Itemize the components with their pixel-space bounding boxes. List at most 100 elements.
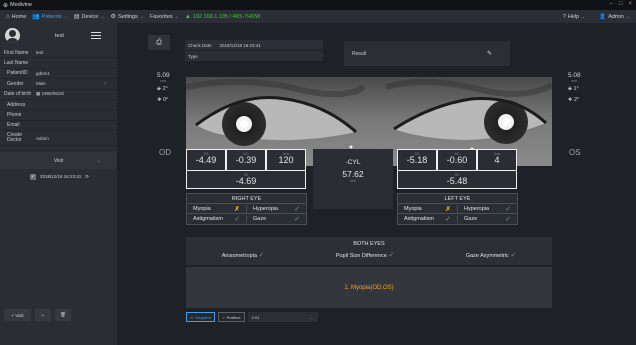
app-logo-icon: ⊕ [3, 2, 9, 9]
add-visit-button[interactable]: + Visit [4, 309, 31, 321]
left-se: -5.48 [446, 176, 468, 186]
negative-button[interactable]: ⊙ Negative [186, 312, 216, 322]
od-pupil-size: 5.09 [157, 72, 170, 79]
cyl-box: -CYL 57.62 mm [313, 149, 393, 209]
exam-info: Check Date 2018/12/18 16:23:41 Type [185, 40, 323, 62]
field-phone: Phone [0, 110, 117, 121]
menu-device[interactable]: ▤ Device ⌄ [73, 13, 105, 21]
right-se: -4.69 [235, 176, 257, 186]
left-dc: -0.60 [446, 155, 468, 165]
maximize-icon[interactable]: □ [619, 1, 623, 7]
check-icon: ✓ [505, 216, 511, 223]
chevron-down-icon: ⌄ [174, 13, 179, 20]
patient-name: test [55, 32, 64, 39]
refresh-icon[interactable]: ⟳ [85, 174, 89, 180]
field-dob: Date of birth ▦ 1990/05/20 [0, 90, 117, 100]
connection-status: ▲ 192.168.1.105 / 4K5-7HDW [184, 13, 261, 20]
chevron-down-icon: ⌄ [139, 13, 145, 20]
connection-icon: ▲ [184, 13, 191, 20]
threshold-select[interactable]: 0.01 ⌄ [247, 312, 318, 322]
os-label: OS [569, 148, 581, 157]
diagnosis-result: 1. Myopia(OD,OS) [186, 267, 552, 308]
od-label: OD [159, 148, 171, 157]
app-title: Medivine [10, 2, 33, 8]
menu-help[interactable]: ? Help ⌄ [563, 14, 586, 20]
check-icon: ✓ [294, 205, 300, 213]
positive-button[interactable]: ○ Positive [218, 312, 245, 322]
cyl-value: 57.62 [342, 169, 364, 179]
visit-checkbox[interactable]: ✓ [30, 173, 36, 180]
right-dc: -0.39 [235, 155, 257, 165]
check-icon: ✓ [445, 216, 451, 223]
add-button[interactable]: + [35, 309, 51, 321]
delete-button[interactable]: 🗑 [55, 309, 71, 321]
check-icon: ✓ [294, 216, 300, 223]
right-eye-measurements: DS -4.49 DC -0.39 Axis 120 SE -4.69 [186, 149, 306, 189]
result-box: Result ✎ [344, 41, 510, 66]
cross-icon: ✗ [234, 205, 240, 213]
field-address: Address [0, 100, 117, 111]
user-icon: 👤 [599, 13, 607, 20]
menu-patients[interactable]: 👥 Patients ⌄ [32, 13, 68, 21]
chevron-down-icon: ⌄ [310, 314, 314, 320]
close-icon[interactable]: × [628, 1, 632, 7]
field-patient-id: PatientID gdnm1 [0, 69, 117, 80]
chevron-down-icon: ⌄ [102, 80, 107, 87]
arrow-down-icon: 🡻 [157, 86, 161, 92]
radio-icon: ○ [222, 314, 225, 320]
print-button[interactable]: ⎙ [148, 35, 170, 50]
check-icon: ✓ [505, 205, 511, 213]
chevron-down-icon: ⌄ [63, 13, 68, 20]
field-last-name: Last Name [0, 58, 117, 69]
left-eye-measurements: DS -5.18 DC -0.60 Axis 4 SE -5.48 [397, 149, 517, 189]
menu-admin[interactable]: 👤 Admin ⌄ [599, 14, 630, 20]
field-email: Email [0, 121, 117, 132]
patients-icon: 👥 [32, 14, 40, 20]
check-icon: ✓ [258, 252, 265, 259]
arrow-down-icon: 🡻 [568, 86, 572, 92]
minimize-icon[interactable]: – [610, 1, 613, 7]
avatar [5, 28, 20, 43]
left-axis: 4 [494, 155, 500, 165]
menu-home[interactable]: ⌂ Home [6, 14, 26, 20]
arrow-right-icon: 🡺 [157, 97, 162, 103]
field-create-doctor: Create Doctor Admin [0, 131, 117, 147]
settings-icon: ⚙ [110, 14, 116, 20]
exam-panel: ⎙ Check Date 2018/12/18 16:23:41 Type Res… [117, 23, 636, 345]
os-pupil-measure: 5.08 mm 🡻 1° 🡸 2° [568, 72, 581, 103]
arrow-left-icon: 🡸 [568, 97, 573, 103]
chevron-down-icon: ⌄ [100, 13, 105, 20]
od-pupil-measure: 5.09 mm 🡻 2° 🡺 0° [157, 72, 170, 103]
right-axis: 120 [278, 155, 294, 165]
field-gender: Gender Male ⌄ [0, 79, 117, 90]
chevron-down-icon: ⌄ [581, 13, 586, 20]
check-icon: ✓ [388, 252, 395, 259]
title-bar: ⊕ Medivine – □ × [0, 0, 636, 10]
right-eye-diagnosis: RIGHT EYE Myopia ✗ Hyperopia ✓ Astigmatism… [186, 193, 307, 225]
os-pupil-size: 5.08 [568, 72, 581, 79]
visit-header[interactable]: Visit ⌄ [0, 152, 117, 170]
menu-settings[interactable]: ⚙ Settings ⌄ [110, 13, 145, 21]
menu-favorites[interactable]: Favorites ⌄ [150, 14, 179, 20]
left-eye-diagnosis: LEFT EYE Myopia ✗ Hyperopia ✓ Astigmatism ✓… [397, 193, 518, 225]
home-icon: ⌂ [6, 13, 10, 20]
menu-bar: ⌂ Home 👥 Patients ⌄ ▤ Device ⌄ ⚙ Settings ⌄ Fav… [0, 10, 636, 23]
field-first-name: First Name test [0, 48, 117, 59]
chevron-down-icon: ⌄ [96, 157, 101, 164]
check-date: 2018/12/18 16:23:41 [219, 42, 261, 48]
right-ds: -4.49 [195, 155, 217, 165]
check-icon: ✓ [234, 216, 240, 223]
edit-icon[interactable]: ✎ [487, 50, 492, 57]
radio-icon: ⊙ [190, 314, 194, 320]
visit-item[interactable]: ✓ 2018/12/18 16:23:41 ⟳ [0, 169, 117, 184]
cross-icon: ✗ [445, 205, 451, 213]
patient-sidebar: test First Name test Last Name PatientID g… [0, 23, 117, 345]
left-ds: -5.18 [406, 155, 428, 165]
menu-icon[interactable] [91, 32, 101, 39]
check-icon: ✓ [510, 252, 517, 259]
chevron-down-icon: ⌄ [625, 13, 630, 20]
both-eyes-panel: BOTH EYES Anisometropia ✓ Pupil Size Dif… [186, 237, 552, 265]
print-icon: ⎙ [156, 38, 162, 46]
device-icon: ▤ [73, 14, 80, 20]
help-icon: ? [562, 13, 566, 20]
